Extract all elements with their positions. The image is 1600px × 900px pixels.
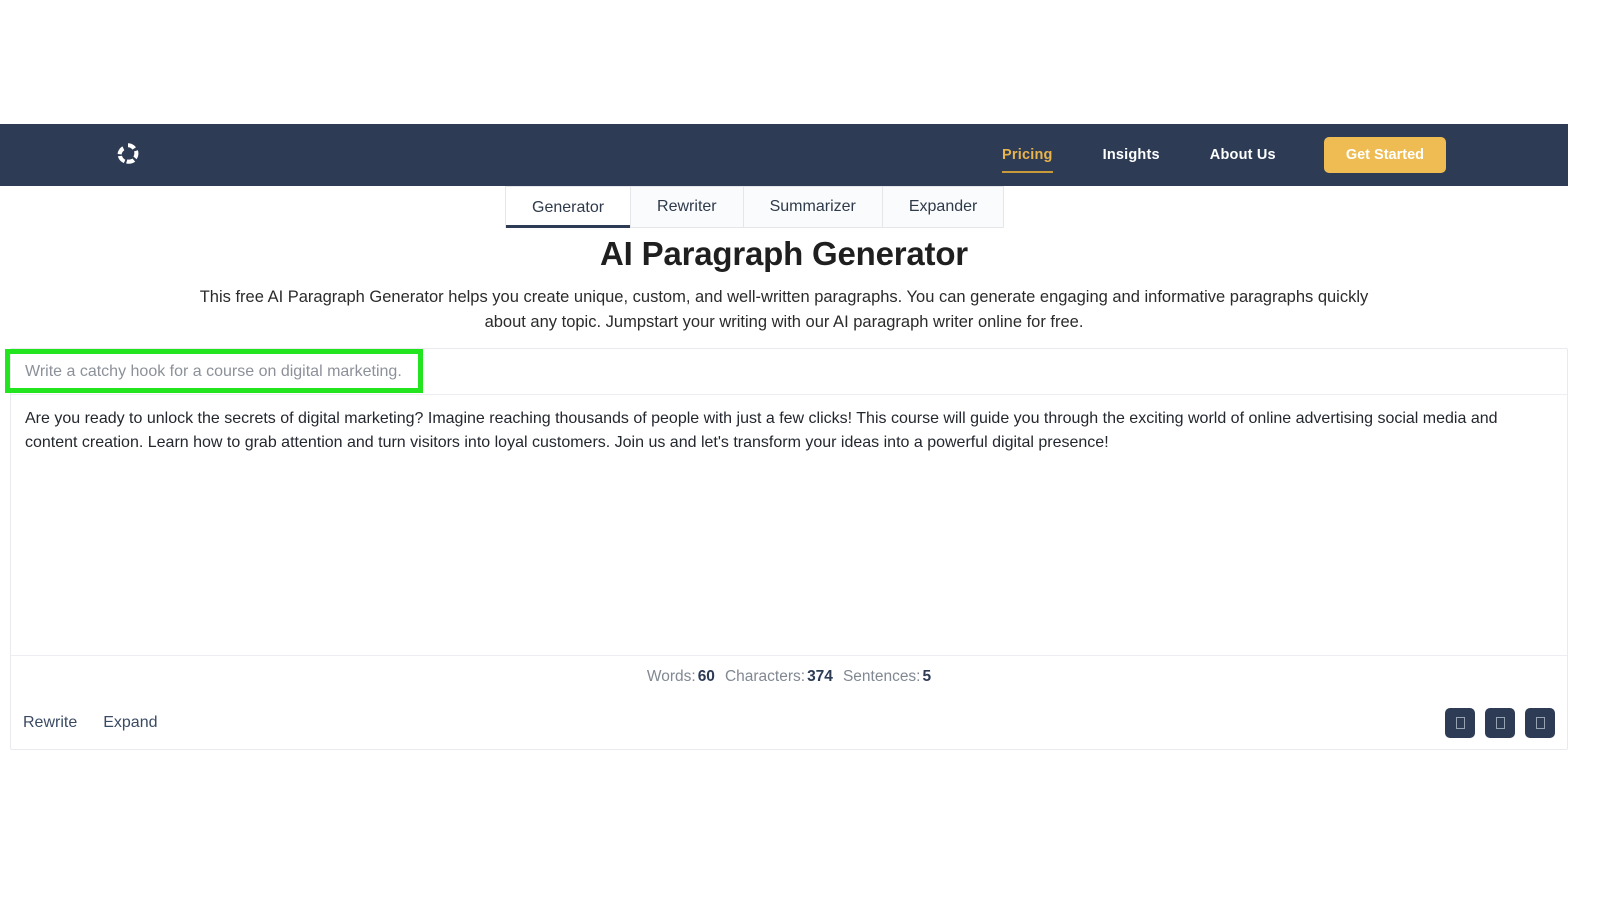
share-icon-button[interactable]	[1525, 708, 1555, 738]
page-root: Pricing Insights About Us Get Started Ge…	[0, 0, 1600, 900]
sentence-count: Sentences: 5	[843, 668, 931, 686]
share-icon	[1535, 717, 1545, 729]
tab-summarizer[interactable]: Summarizer	[743, 186, 883, 228]
copy-icon-button[interactable]	[1445, 708, 1475, 738]
page-title: AI Paragraph Generator	[600, 235, 968, 272]
action-links-group: Rewrite Expand	[23, 714, 158, 732]
download-icon-button[interactable]	[1485, 708, 1515, 738]
word-count-value: 60	[697, 667, 715, 685]
character-count-value: 374	[807, 667, 833, 685]
tool-tabs: Generator Rewriter Summarizer Expander	[505, 186, 1005, 228]
rewrite-button[interactable]: Rewrite	[23, 714, 77, 732]
page-description: This free AI Paragraph Generator helps y…	[199, 288, 1369, 331]
nav-link-about-us[interactable]: About Us	[1185, 124, 1301, 186]
nav-link-insights[interactable]: Insights	[1078, 124, 1185, 186]
tab-expander[interactable]: Expander	[882, 186, 1005, 228]
word-count-label: Words:	[646, 667, 696, 685]
editor-card: Words:60 Characters:374 Sentences:5 Rewr…	[10, 348, 1568, 750]
character-count: Characters: 374	[725, 668, 833, 686]
nav-links-group: Pricing Insights About Us Get Started	[977, 124, 1446, 186]
copy-icon	[1455, 717, 1465, 729]
expand-button[interactable]: Expand	[103, 714, 157, 732]
tab-rewriter[interactable]: Rewriter	[631, 186, 744, 228]
nav-link-pricing[interactable]: Pricing	[977, 124, 1078, 186]
character-count-label: Characters:	[724, 667, 806, 685]
word-count: Words: 60	[647, 668, 715, 686]
top-navbar: Pricing Insights About Us Get Started	[0, 124, 1568, 186]
download-icon	[1495, 717, 1505, 729]
action-bar: Rewrite Expand	[11, 697, 1567, 749]
prompt-input[interactable]	[11, 349, 1567, 394]
pinwheel-logo-icon[interactable]	[112, 139, 144, 171]
sentence-count-label: Sentences:	[842, 667, 921, 685]
get-started-button[interactable]: Get Started	[1323, 137, 1446, 173]
sentence-count-value: 5	[922, 667, 932, 685]
stats-bar: Words: 60 Characters: 374 Sentences: 5	[11, 655, 1567, 697]
action-icons-group	[1445, 708, 1555, 738]
prompt-row	[11, 349, 1567, 395]
tab-generator[interactable]: Generator	[505, 186, 632, 228]
generated-paragraph-textarea[interactable]	[11, 395, 1567, 655]
